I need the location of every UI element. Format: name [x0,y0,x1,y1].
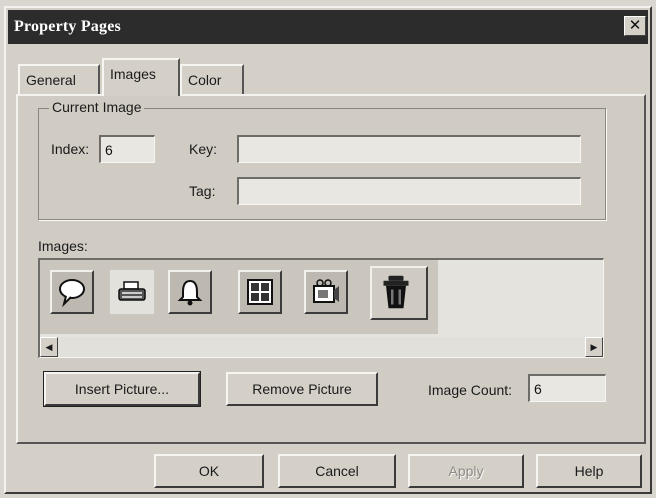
scroll-right-button[interactable]: ▶ [585,337,603,357]
camera-icon [313,279,339,303]
title-bar[interactable]: Property Pages ✕ [8,10,648,44]
tab-images[interactable]: Images [102,58,180,96]
current-image-group: Current Image Index: Key: Tag: [38,99,606,220]
property-pages-dialog: Property Pages ✕ General Images Color Cu… [4,6,652,494]
arrow-left-icon: ◀ [45,342,53,352]
help-button[interactable]: Help [536,454,642,488]
image-count-field [528,374,606,402]
image-tile-2[interactable] [110,270,154,314]
key-label: Key: [189,141,218,157]
key-field[interactable] [237,135,581,163]
help-label: Help [574,463,604,479]
insert-picture-label: Insert Picture... [74,381,170,397]
tab-images-label: Images [110,66,156,82]
cancel-label: Cancel [315,463,359,479]
remove-picture-label: Remove Picture [252,381,352,397]
image-tile-3[interactable] [168,270,212,314]
index-label: Index: [51,141,90,157]
index-field[interactable] [99,135,155,163]
tab-general-label: General [26,72,76,88]
close-icon: ✕ [628,17,642,34]
tag-label: Tag: [189,183,216,199]
dialog-title: Property Pages [14,18,121,35]
image-tile-5[interactable] [304,270,348,314]
typewriter-icon [118,281,146,301]
close-button[interactable]: ✕ [624,16,646,36]
horizontal-scrollbar[interactable]: ◀ ▶ [40,337,603,357]
arrow-right-icon: ▶ [590,342,598,352]
trash-can-icon [383,275,409,309]
images-label: Images: [38,238,88,254]
image-count-label: Image Count: [428,382,513,398]
image-tile-4[interactable] [238,270,282,314]
tab-general[interactable]: General [18,64,100,94]
calendar-icon [247,279,273,305]
cancel-button[interactable]: Cancel [278,454,396,488]
scroll-left-button[interactable]: ◀ [40,337,58,357]
tag-field[interactable] [237,177,581,205]
icon-strip [40,260,438,334]
current-image-group-label: Current Image [49,99,145,115]
image-tile-6[interactable] [370,266,428,320]
apply-label: Apply [448,463,484,479]
image-tile-1[interactable] [50,270,94,314]
apply-button[interactable]: Apply [408,454,524,488]
bell-icon [177,279,203,306]
images-list[interactable]: ◀ ▶ [38,258,604,358]
tab-color-label: Color [188,72,222,88]
insert-picture-button[interactable]: Insert Picture... [43,371,201,407]
images-tab-panel: Current Image Index: Key: Tag: Images: [16,94,646,444]
remove-picture-button[interactable]: Remove Picture [226,372,378,406]
ok-label: OK [198,463,220,479]
speech-bubble-icon [59,279,85,308]
tab-color[interactable]: Color [180,64,244,94]
ok-button[interactable]: OK [154,454,264,488]
